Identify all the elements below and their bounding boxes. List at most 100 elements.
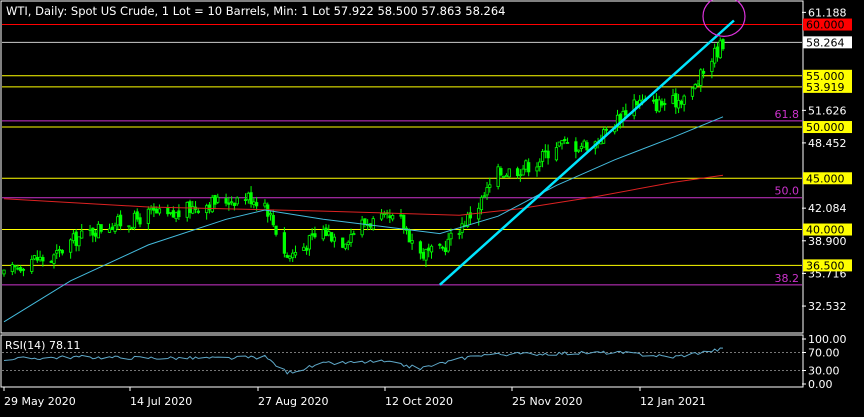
candle-body xyxy=(524,160,528,170)
candle-body xyxy=(582,140,586,148)
candle-body xyxy=(554,147,559,161)
candle-body xyxy=(540,151,545,162)
candle-body xyxy=(249,192,253,205)
candle-body xyxy=(699,69,703,86)
candle-body xyxy=(13,265,17,268)
candle-body xyxy=(130,227,134,230)
candle-body xyxy=(185,201,189,218)
candle-body xyxy=(271,215,275,226)
candle-body xyxy=(107,228,112,233)
time-tick-label: 25 Nov 2020 xyxy=(512,395,582,408)
candle-body xyxy=(585,142,589,151)
candle-body xyxy=(388,215,392,219)
fib-label: 61.8 xyxy=(775,108,800,121)
candle-body xyxy=(557,141,561,147)
candle-body xyxy=(177,210,181,218)
candle-body xyxy=(427,247,431,251)
level-tag-text: 50.000 xyxy=(806,121,845,134)
candle-body xyxy=(10,264,14,272)
candle-body xyxy=(485,187,489,196)
candle-body xyxy=(230,201,234,204)
candle-body xyxy=(69,239,73,253)
candle-body xyxy=(227,202,231,205)
time-tick-label: 29 May 2020 xyxy=(4,395,76,408)
candle-body xyxy=(460,223,464,233)
candle-body xyxy=(527,162,531,173)
symbol-header: WTI, Daily: Spot US Crude, 1 Lot = 10 Ba… xyxy=(6,4,506,18)
candle-body xyxy=(213,195,217,205)
candle-body xyxy=(560,140,564,145)
candle-body xyxy=(343,243,348,249)
candle-body xyxy=(80,230,84,239)
candle-body xyxy=(171,210,175,218)
candle-body xyxy=(232,202,237,206)
candle-body xyxy=(543,150,547,153)
candle-body xyxy=(399,214,403,217)
candle-body xyxy=(246,192,250,201)
candle-body xyxy=(38,256,42,261)
price-tick-label: 51.626 xyxy=(808,104,847,117)
candle-body xyxy=(71,233,76,242)
candle-body xyxy=(496,166,500,187)
candle-body xyxy=(663,103,667,105)
candle-body xyxy=(255,202,259,207)
fib-label: 50.0 xyxy=(775,185,800,198)
level-tag-text: 58.264 xyxy=(806,36,845,49)
candle-body xyxy=(504,174,509,178)
candle-body xyxy=(535,166,539,172)
candle-body xyxy=(507,168,511,178)
candle-body xyxy=(88,228,92,231)
candle-body xyxy=(174,212,178,220)
candle-body xyxy=(341,237,345,248)
price-tick-label: 38.900 xyxy=(808,235,847,248)
candle-body xyxy=(371,218,375,230)
price-tick-label: 42.084 xyxy=(808,202,847,215)
level-tag-text: 53.919 xyxy=(806,81,845,94)
candle-body xyxy=(313,233,317,238)
candle-body xyxy=(360,219,364,236)
candle-body xyxy=(682,95,686,105)
candle-body xyxy=(424,248,428,261)
candle-body xyxy=(77,236,81,247)
level-tag-text: 60.000 xyxy=(806,19,845,32)
candle-body xyxy=(502,175,506,178)
candle-body xyxy=(346,241,350,246)
rsi-tick-label: 70.00 xyxy=(808,347,840,360)
candle-body xyxy=(696,83,700,87)
time-tick-label: 14 Jul 2020 xyxy=(130,395,192,408)
candle-body xyxy=(274,225,278,235)
price-tick-label: 48.452 xyxy=(808,137,847,150)
level-tag-text: 45.000 xyxy=(806,172,845,185)
rsi-tick-label: 100.00 xyxy=(808,333,847,346)
candle-body xyxy=(19,267,23,272)
candle-body xyxy=(329,232,334,242)
candle-body xyxy=(94,232,98,237)
candle-body xyxy=(449,232,453,240)
candle-body xyxy=(49,261,53,263)
time-tick-label: 27 Aug 2020 xyxy=(258,395,328,408)
candle-body xyxy=(57,249,62,251)
candle-body xyxy=(132,212,137,229)
candle-body xyxy=(116,216,120,226)
candle-body xyxy=(657,99,661,112)
candle-body xyxy=(391,215,395,220)
trading-chart[interactable]: 61.8 50.0 38.2 61.188 51.626 48.452 42.084 38.… xyxy=(0,0,864,413)
candle-body xyxy=(671,95,675,104)
candle-body xyxy=(574,141,578,152)
candle-body xyxy=(307,235,311,250)
candle-body xyxy=(157,208,162,214)
candle-body xyxy=(207,204,212,211)
candle-body xyxy=(293,251,298,256)
candle-body xyxy=(96,223,100,239)
candle-body xyxy=(457,233,461,235)
candle-body xyxy=(235,197,239,205)
candle-body xyxy=(715,46,720,58)
candle-body xyxy=(321,229,325,240)
candle-body xyxy=(499,168,503,176)
chart-canvas[interactable]: 61.8 50.0 38.2 61.188 51.626 48.452 42.084 38.… xyxy=(0,0,864,413)
candle-body xyxy=(2,269,6,275)
price-tick-label: 32.532 xyxy=(808,300,847,313)
candle-body xyxy=(113,225,117,232)
candle-body xyxy=(635,101,639,106)
candle-body xyxy=(55,250,59,254)
